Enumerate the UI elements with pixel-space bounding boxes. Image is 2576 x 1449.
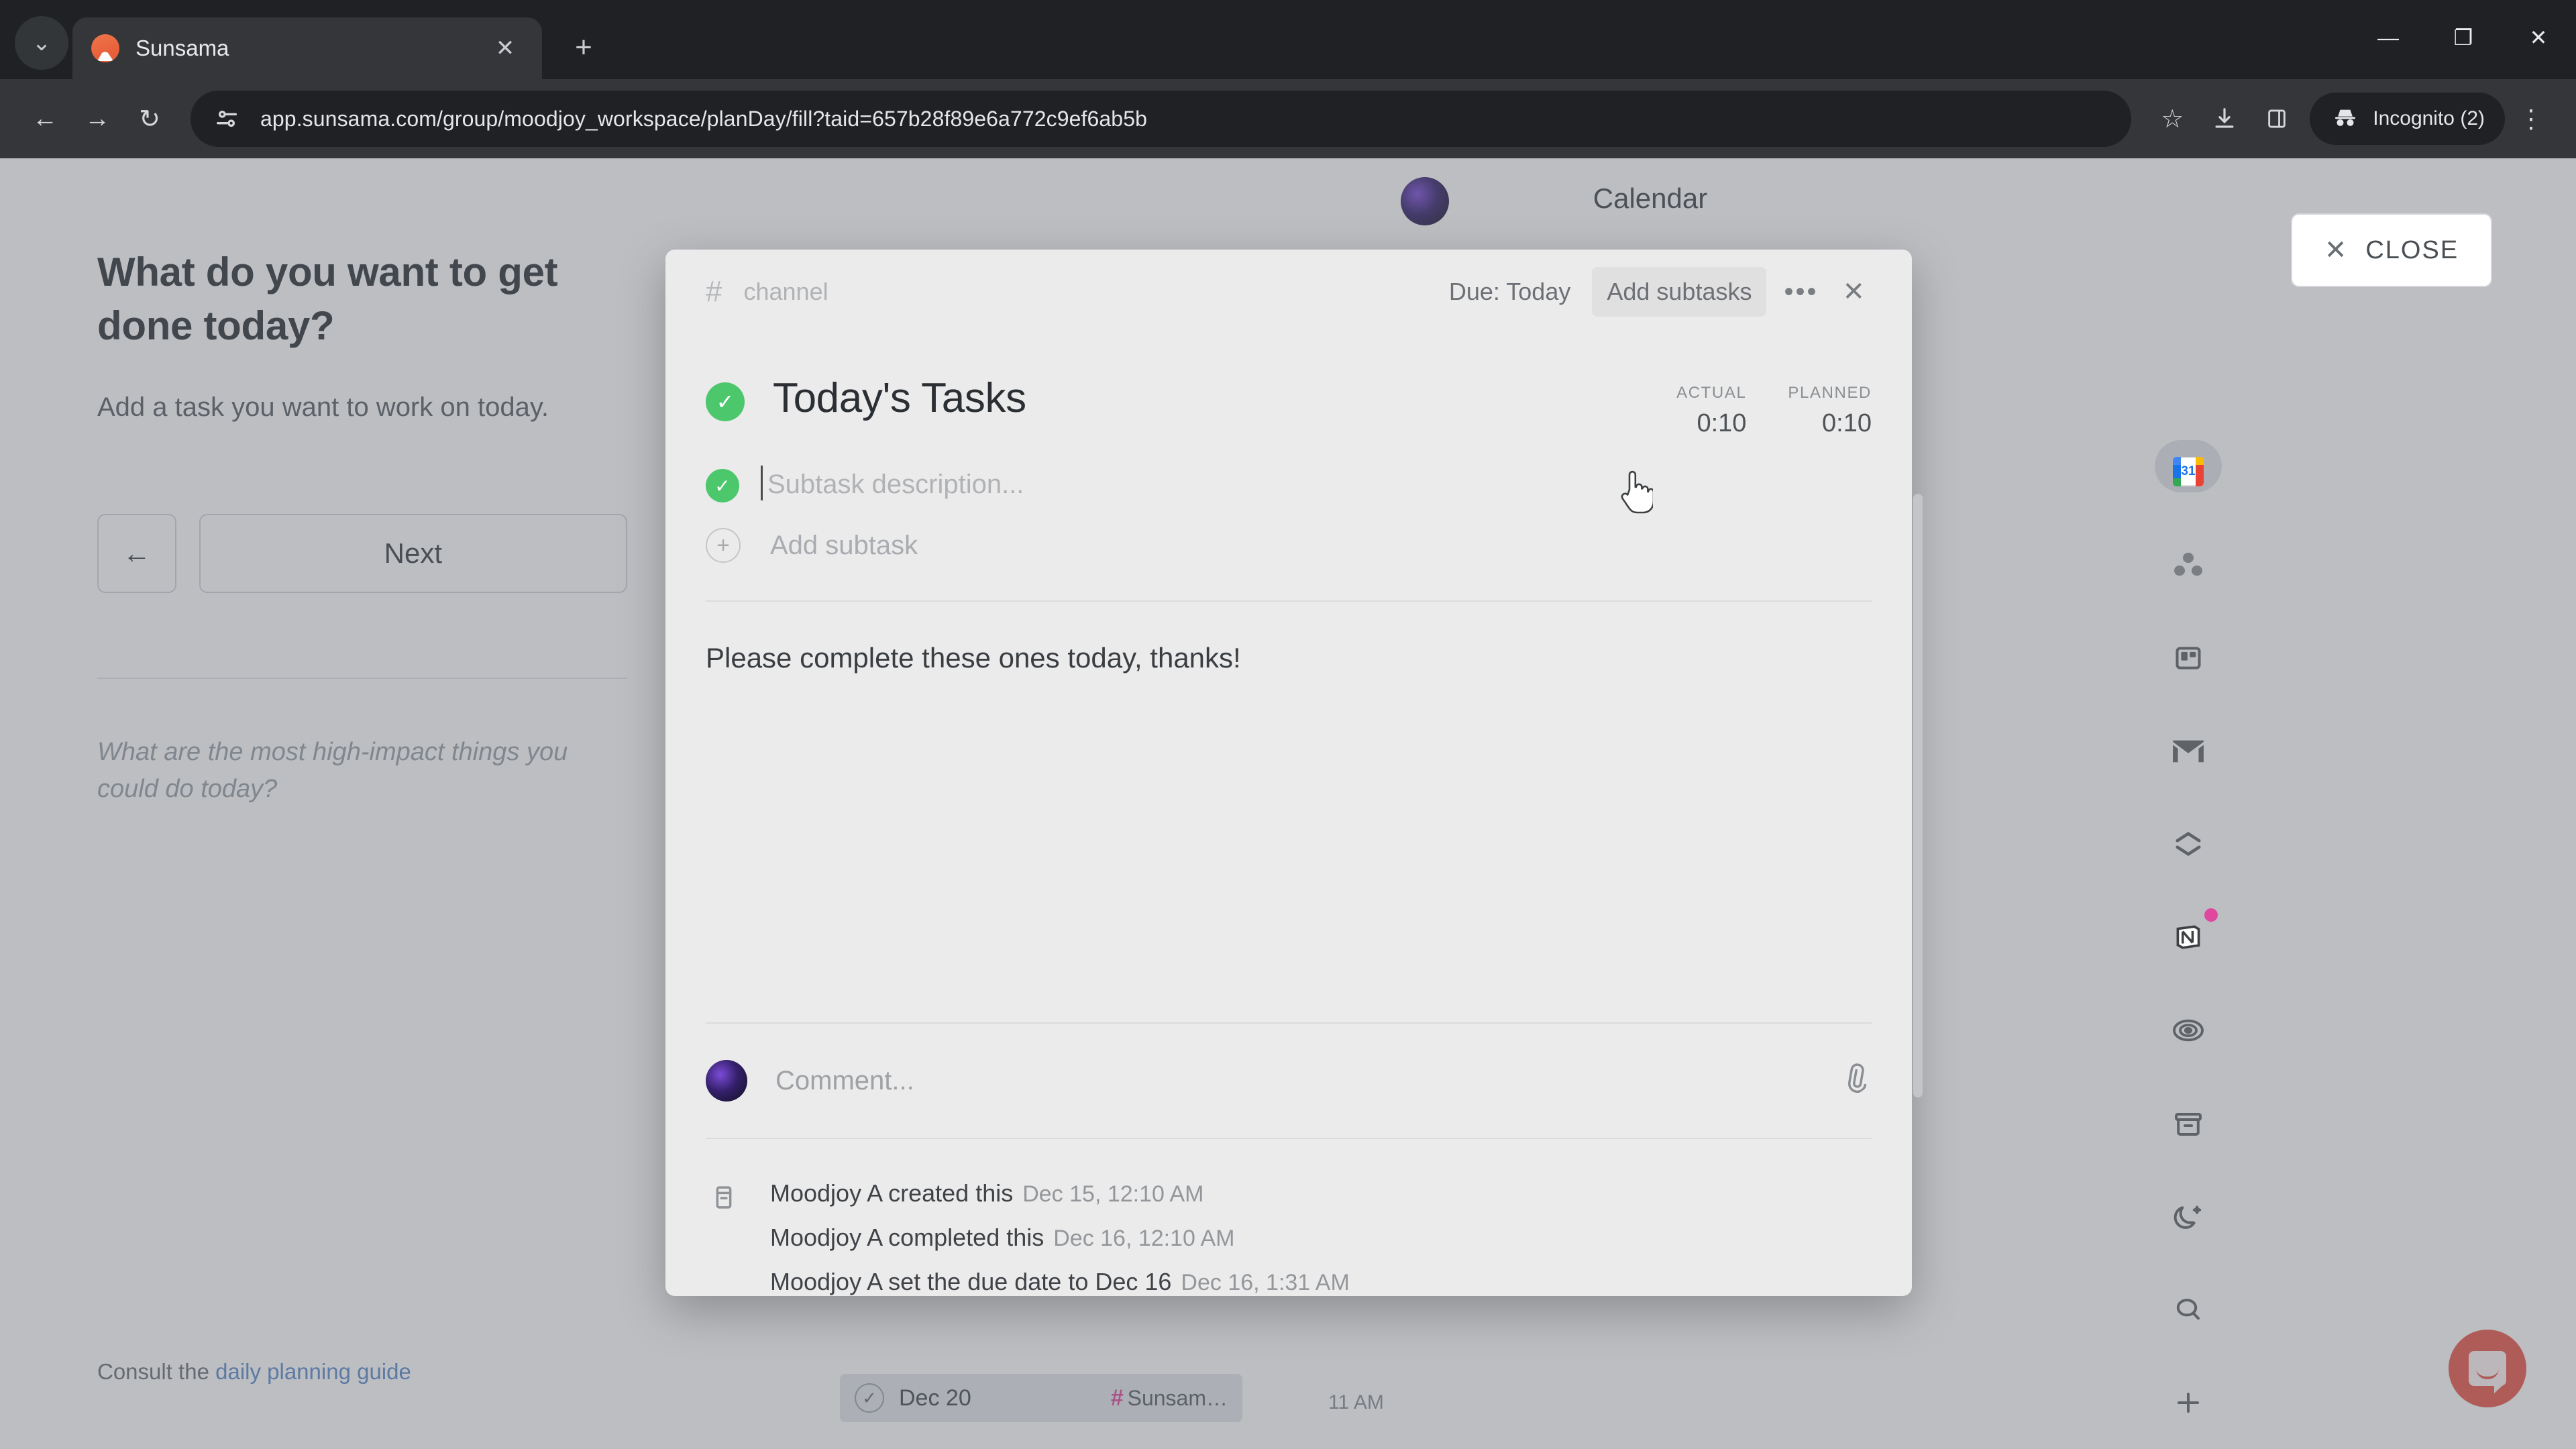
actual-time-label: ACTUAL bbox=[1676, 384, 1747, 402]
bookmark-star-icon[interactable]: ☆ bbox=[2146, 93, 2198, 145]
address-bar[interactable]: app.sunsama.com/group/moodjoy_workspace/… bbox=[191, 91, 2132, 147]
modal-header: # channel Due: Today Add subtasks ••• ✕ bbox=[665, 250, 1912, 334]
add-subtasks-button[interactable]: Add subtasks bbox=[1592, 267, 1767, 317]
reload-icon[interactable]: ↻ bbox=[123, 93, 176, 145]
minimize-button[interactable]: — bbox=[2351, 9, 2426, 66]
gmail-icon bbox=[2171, 734, 2206, 769]
comment-input[interactable]: Comment... bbox=[775, 1066, 914, 1096]
planned-time-value: 0:10 bbox=[1822, 409, 1872, 437]
profile-chip[interactable]: Incognito (2) bbox=[2310, 93, 2505, 145]
page-viewport: What do you want to get done today? Add … bbox=[0, 158, 2576, 1449]
activity-timestamp: Dec 16, 1:31 AM bbox=[1181, 1270, 1350, 1295]
target-icon bbox=[2171, 1013, 2206, 1048]
task-title[interactable]: Today's Tasks bbox=[773, 374, 1026, 422]
actual-time: ACTUAL 0:10 bbox=[1676, 384, 1746, 438]
forward-icon[interactable]: → bbox=[71, 93, 123, 145]
subtask-row: ✓ Subtask description... bbox=[706, 465, 1872, 502]
tab-search-icon[interactable]: ⌄ bbox=[15, 16, 68, 70]
attachment-icon[interactable] bbox=[1834, 1057, 1879, 1104]
add-subtask-row[interactable]: + Add subtask bbox=[706, 528, 1872, 563]
modal-header-actions: Due: Today Add subtasks ••• ✕ bbox=[1436, 267, 1872, 317]
tab-strip: ⌄ Sunsama ✕ + — ❐ ✕ bbox=[0, 0, 2576, 79]
activity-log: Moodjoy A created this Dec 15, 12:10 AM M… bbox=[706, 1139, 1872, 1296]
task-description[interactable]: Please complete these ones today, thanks… bbox=[706, 642, 1872, 674]
hash-icon: # bbox=[706, 275, 722, 308]
download-icon[interactable] bbox=[2198, 93, 2251, 145]
more-options-button[interactable]: ••• bbox=[1766, 277, 1835, 307]
overlay-backdrop-left[interactable] bbox=[0, 158, 724, 1449]
subtask-input[interactable]: Subtask description... bbox=[760, 465, 1024, 500]
modal-close-button[interactable]: ✕ bbox=[1835, 276, 1872, 307]
browser-window: ⌄ Sunsama ✕ + — ❐ ✕ ← → ↻ app.sunsama.co… bbox=[0, 0, 2576, 1449]
divider bbox=[706, 600, 1872, 602]
calendar-day-number: 31 bbox=[2181, 464, 2196, 479]
planned-time-label: PLANNED bbox=[1788, 384, 1872, 402]
task-complete-checkbox[interactable]: ✓ bbox=[706, 382, 745, 421]
incognito-icon bbox=[2330, 103, 2361, 134]
activity-text: Moodjoy A completed this bbox=[770, 1224, 1044, 1251]
window-close-button[interactable]: ✕ bbox=[2501, 9, 2576, 66]
google-calendar-icon: 31 bbox=[2171, 454, 2206, 489]
time-summary: ACTUAL 0:10 PLANNED 0:10 bbox=[1676, 374, 1872, 438]
activity-timestamp: Dec 15, 12:10 AM bbox=[1022, 1181, 1204, 1207]
close-icon: ✕ bbox=[2324, 235, 2349, 265]
plus-icon bbox=[2171, 1385, 2206, 1420]
activity-entry: Moodjoy A completed this Dec 16, 12:10 AM bbox=[770, 1224, 1350, 1252]
trello-icon bbox=[2171, 641, 2206, 676]
url-text: app.sunsama.com/group/moodjoy_workspace/… bbox=[260, 106, 1147, 131]
channel-selector[interactable]: channel bbox=[743, 278, 828, 306]
browser-tab[interactable]: Sunsama ✕ bbox=[72, 17, 542, 79]
sync-icon bbox=[2171, 826, 2206, 861]
archive-icon bbox=[2171, 1106, 2206, 1141]
scrollbar-thumb[interactable] bbox=[1913, 494, 1923, 1097]
close-button-label: CLOSE bbox=[2365, 235, 2459, 264]
activity-entries: Moodjoy A created this Dec 15, 12:10 AM M… bbox=[770, 1179, 1350, 1296]
notification-badge bbox=[2204, 908, 2218, 922]
activity-timestamp: Dec 16, 12:10 AM bbox=[1053, 1226, 1235, 1251]
activity-text: Moodjoy A set the due date to Dec 16 bbox=[770, 1268, 1172, 1295]
asana-icon bbox=[2171, 547, 2206, 582]
add-subtask-label: Add subtask bbox=[770, 530, 918, 560]
site-settings-icon[interactable] bbox=[208, 100, 246, 138]
modal-body: ✓ Today's Tasks ACTUAL 0:10 PLANNED 0:10 bbox=[665, 334, 1912, 1296]
notion-icon bbox=[2171, 920, 2206, 955]
window-controls: — ❐ ✕ bbox=[2351, 9, 2576, 66]
side-panel-icon[interactable] bbox=[2251, 93, 2303, 145]
comment-row: Comment... bbox=[706, 1024, 1872, 1138]
search-icon bbox=[2171, 1292, 2206, 1327]
activity-entry: Moodjoy A created this Dec 15, 12:10 AM bbox=[770, 1179, 1350, 1208]
task-title-row: ✓ Today's Tasks ACTUAL 0:10 PLANNED 0:10 bbox=[706, 374, 1872, 438]
task-detail-modal: # channel Due: Today Add subtasks ••• ✕ … bbox=[665, 250, 1912, 1296]
new-tab-button[interactable]: + bbox=[564, 31, 604, 64]
sunsama-logo-icon bbox=[91, 34, 119, 62]
close-button[interactable]: ✕ CLOSE bbox=[2291, 213, 2492, 287]
close-icon[interactable]: ✕ bbox=[487, 35, 523, 62]
browser-menu-icon[interactable]: ⋮ bbox=[2505, 93, 2557, 145]
maximize-button[interactable]: ❐ bbox=[2426, 9, 2501, 66]
due-date-button[interactable]: Due: Today bbox=[1436, 268, 1584, 315]
activity-text: Moodjoy A created this bbox=[770, 1179, 1014, 1207]
planned-time: PLANNED 0:10 bbox=[1788, 384, 1872, 438]
actual-time-value: 0:10 bbox=[1697, 409, 1747, 437]
moon-star-icon bbox=[2171, 1199, 2206, 1234]
tab-title: Sunsama bbox=[136, 36, 229, 60]
browser-toolbar: ← → ↻ app.sunsama.com/group/moodjoy_work… bbox=[0, 79, 2576, 158]
activity-entry: Moodjoy A set the due date to Dec 16 Dec … bbox=[770, 1268, 1350, 1296]
back-icon[interactable]: ← bbox=[19, 93, 71, 145]
archive-box-icon bbox=[706, 1179, 742, 1216]
profile-label: Incognito (2) bbox=[2373, 107, 2485, 129]
avatar bbox=[706, 1060, 747, 1102]
subtask-complete-checkbox[interactable]: ✓ bbox=[706, 469, 739, 502]
plus-icon: + bbox=[706, 528, 741, 563]
